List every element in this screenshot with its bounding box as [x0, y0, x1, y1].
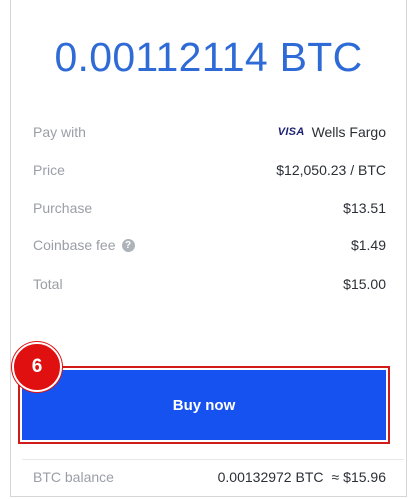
btc-balance-value: 0.00132972 BTC ≈ $15.96: [218, 469, 386, 485]
row-coinbase-fee: Coinbase fee ? $1.49: [33, 234, 386, 256]
coinbase-fee-label-group: Coinbase fee ?: [33, 237, 135, 253]
approx-symbol: ≈: [331, 469, 340, 485]
payment-method[interactable]: VISA Wells Fargo: [278, 124, 386, 140]
price-label: Price: [33, 162, 65, 178]
step-number-badge: 6: [12, 342, 62, 392]
btc-balance-row: BTC balance 0.00132972 BTC ≈ $15.96: [33, 466, 386, 488]
buy-now-highlight: Buy now: [18, 366, 390, 444]
price-value: $12,050.23 / BTC: [276, 162, 386, 178]
purchase-amount: 0.00112114 BTC: [54, 34, 363, 80]
row-purchase: Purchase $13.51: [33, 197, 386, 219]
btc-balance-amount: 0.00132972 BTC: [217, 469, 324, 485]
total-label: Total: [33, 276, 63, 292]
coinbase-fee-label: Coinbase fee: [33, 237, 116, 253]
row-price: Price $12,050.23 / BTC: [33, 159, 386, 181]
row-pay-with: Pay with VISA Wells Fargo: [33, 121, 386, 143]
payment-method-name: Wells Fargo: [311, 124, 386, 140]
purchase-value: $13.51: [343, 200, 386, 216]
purchase-label: Purchase: [33, 200, 93, 216]
btc-balance-label: BTC balance: [33, 469, 114, 485]
visa-logo-icon: VISA: [277, 126, 305, 138]
divider: [22, 459, 404, 460]
row-total: Total $15.00: [33, 273, 386, 295]
total-value: $15.00: [343, 276, 386, 292]
pay-with-label: Pay with: [33, 124, 86, 140]
buy-now-button[interactable]: Buy now: [22, 370, 386, 440]
info-icon[interactable]: ?: [121, 238, 135, 252]
btc-balance-usd: $15.96: [343, 469, 386, 485]
coinbase-fee-value: $1.49: [350, 237, 386, 253]
